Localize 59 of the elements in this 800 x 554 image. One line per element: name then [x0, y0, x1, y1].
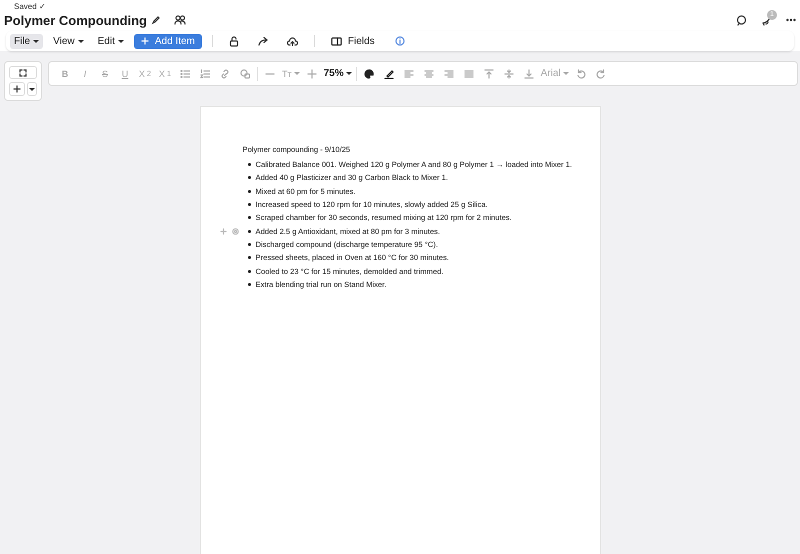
share-button[interactable]: [258, 36, 269, 46]
cloud-upload-icon: [286, 36, 298, 46]
marker-icon: [384, 68, 394, 78]
justify-icon: [464, 68, 474, 78]
people-icon: [174, 15, 186, 25]
add-row-icon[interactable]: [220, 228, 226, 235]
more-menu-button[interactable]: [786, 18, 796, 22]
plus-icon: [140, 37, 149, 45]
bulleted-list-icon: [180, 68, 190, 78]
pencil-icon: [151, 16, 160, 24]
panel-icon: [330, 36, 342, 46]
add-item-button[interactable]: Add Item: [134, 34, 202, 48]
bullet-icon: [248, 203, 250, 206]
bullet-icon: [248, 282, 250, 286]
speech-bubble-icon: [736, 14, 747, 26]
share-arrow-icon: [258, 36, 269, 46]
plus-icon: [13, 85, 21, 93]
bullet-icon: [248, 163, 250, 166]
info-icon: [394, 36, 405, 46]
dropdown-button[interactable]: 75%: [322, 64, 354, 82]
numbered-list-icon: [200, 68, 210, 78]
bullet-icon: [248, 256, 250, 260]
bullet-icon: [248, 190, 250, 193]
fit-screen-button[interactable]: [9, 66, 37, 79]
align-center-icon: [424, 68, 434, 78]
expand-icon: [19, 68, 27, 76]
palette-icon: [364, 68, 374, 78]
bullet-icon: [248, 270, 250, 273]
rename-button[interactable]: [151, 16, 160, 24]
comment-icon: [240, 68, 250, 78]
menu-item[interactable]: File: [10, 34, 44, 48]
plus-icon: [306, 68, 317, 78]
more-icon: [786, 18, 796, 22]
bullet-icon: [248, 242, 250, 246]
cloud-upload-button[interactable]: [286, 36, 298, 46]
redo-icon: [596, 68, 606, 78]
gear-icon[interactable]: [232, 228, 238, 235]
document-title: Polymer Compounding: [4, 12, 147, 28]
fields-button[interactable]: Fields: [324, 34, 381, 48]
align-middle-icon: [504, 68, 514, 78]
padlock-icon: [228, 36, 240, 46]
add-options-button[interactable]: [27, 82, 37, 96]
collaborators-button[interactable]: [174, 15, 186, 25]
bullet-icon: [248, 176, 250, 180]
lock-button[interactable]: [228, 36, 240, 46]
add-block-button[interactable]: [9, 82, 25, 96]
bullet-icon: [248, 230, 250, 233]
save-status: Saved ✓: [13, 2, 47, 12]
info-button[interactable]: [394, 36, 405, 46]
menu-item[interactable]: Edit: [94, 34, 128, 48]
menu-item[interactable]: View: [49, 34, 88, 48]
align-left-icon: [404, 68, 414, 78]
bullet-icon: [248, 216, 250, 220]
comments-button[interactable]: [736, 14, 747, 26]
align-right-icon: [444, 68, 454, 78]
undo-icon: [576, 68, 586, 78]
align-bottom-icon: [524, 68, 534, 78]
link-icon: [220, 68, 230, 78]
align-top-icon: [484, 68, 494, 78]
